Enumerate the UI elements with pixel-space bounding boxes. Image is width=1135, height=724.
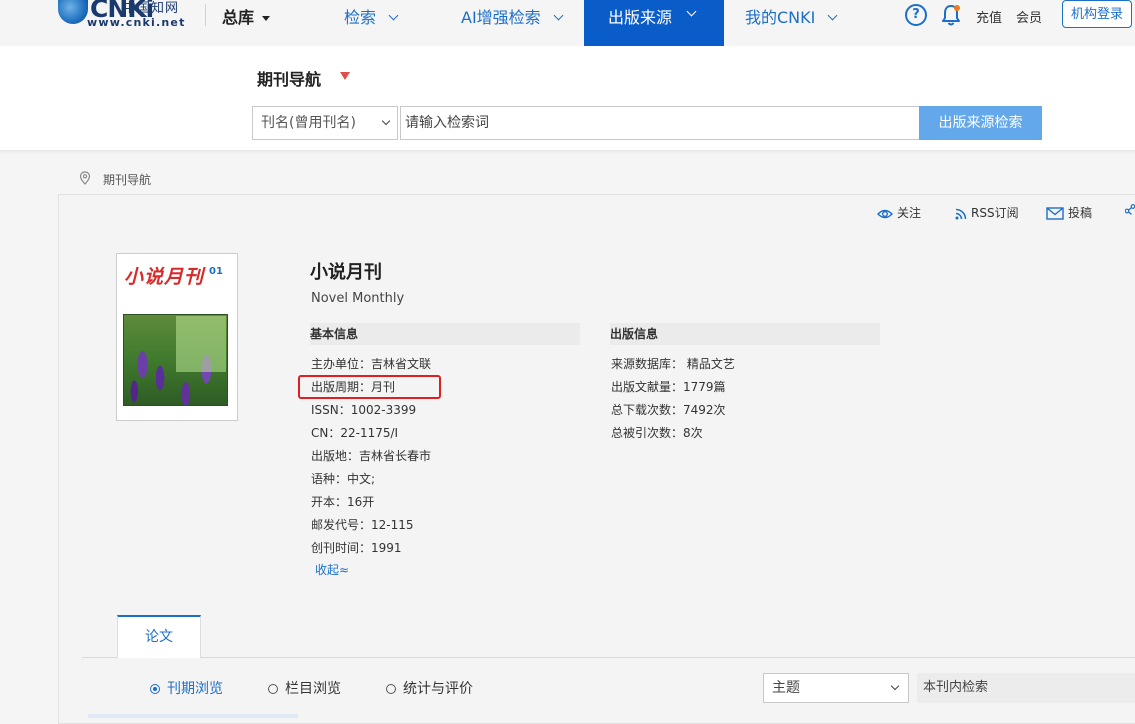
cover-title-text: 小说月刊 xyxy=(124,266,205,288)
library-label: 总库 xyxy=(222,8,255,27)
basic-info-header: 基本信息 xyxy=(310,323,580,345)
info-language: 语种：中文; xyxy=(311,472,376,486)
nav-ai-search-label: AI增强检索 xyxy=(461,8,541,27)
info-publish-place: 出版地：吉林省长春市 xyxy=(311,449,432,463)
info-article-count: 出版文献量：1779篇 xyxy=(611,380,726,394)
radio-unchecked-icon xyxy=(386,684,396,694)
info-source-database: 来源数据库： 精品文艺 xyxy=(611,357,735,371)
help-icon[interactable]: ? xyxy=(905,4,927,26)
nav-search[interactable]: 检索 xyxy=(344,4,399,28)
notification-dot xyxy=(954,5,960,11)
follow-button[interactable]: 关注 xyxy=(877,204,921,221)
chevron-down-icon xyxy=(686,6,697,17)
submit-label: 投稿 xyxy=(1068,206,1093,220)
nav-publication-source[interactable]: 出版来源 xyxy=(584,0,724,46)
follow-label: 关注 xyxy=(897,206,922,220)
info-cn: CN：22-1175/I xyxy=(311,426,399,440)
search-field-value: 刊名(曾用刊名) xyxy=(261,115,356,131)
info-founded: 创刊时间：1991 xyxy=(311,541,402,555)
radio-column-browse-label: 栏目浏览 xyxy=(285,681,341,697)
location-pin-icon xyxy=(79,171,91,185)
logo-divider xyxy=(205,4,206,26)
info-postal-code: 邮发代号：12-115 xyxy=(311,518,414,532)
tab-divider xyxy=(82,657,1135,658)
in-journal-search-input[interactable]: 本刊内检索 xyxy=(917,673,1135,703)
radio-statistics-label: 统计与评价 xyxy=(403,681,473,697)
publication-source-search-button[interactable]: 出版来源检索 xyxy=(919,106,1042,140)
mail-icon xyxy=(1046,207,1064,220)
nav-publication-source-label: 出版来源 xyxy=(608,8,673,27)
chevron-down-icon xyxy=(381,116,391,126)
nav-ai-search[interactable]: AI增强检索 xyxy=(461,4,564,28)
search-input[interactable]: 请输入检索词 xyxy=(400,106,920,140)
info-issn: ISSN：1002-3399 xyxy=(311,403,417,417)
recharge-link[interactable]: 充值 xyxy=(976,7,1002,26)
radio-unchecked-icon xyxy=(268,684,278,694)
panel-shadow xyxy=(0,150,1135,154)
journal-title: 小说月刊 xyxy=(310,262,382,283)
nav-my-cnki-label: 我的CNKI xyxy=(745,8,816,27)
journal-english-title: Novel Monthly xyxy=(311,291,405,306)
issue-list-top-strip xyxy=(88,714,298,718)
chevron-down-icon xyxy=(827,10,838,21)
caret-down-icon xyxy=(262,16,271,21)
submit-manuscript-button[interactable]: 投稿 xyxy=(1046,204,1092,221)
nav-search-label: 检索 xyxy=(344,8,377,27)
journal-navigation-title[interactable]: 期刊导航 xyxy=(257,66,321,90)
tab-papers[interactable]: 论文 xyxy=(117,615,201,658)
cover-issue-number: 01 xyxy=(209,266,223,277)
collapse-link[interactable]: 收起≈ xyxy=(315,561,349,578)
eye-icon xyxy=(877,209,893,218)
info-format: 开本：16开 xyxy=(311,495,375,509)
radio-column-browse[interactable]: 栏目浏览 xyxy=(268,678,341,698)
highlight-annotation-box xyxy=(298,375,441,399)
chevron-down-icon xyxy=(388,10,399,21)
radio-issue-browse-label: 刊期浏览 xyxy=(167,681,223,697)
radio-checked-icon xyxy=(150,684,160,694)
chevron-down-icon xyxy=(890,681,900,691)
share-icon[interactable] xyxy=(1125,204,1135,218)
cover-contents-box xyxy=(176,316,226,372)
logo-chinese-name[interactable]: 中国知网 xyxy=(123,0,179,16)
nav-my-cnki[interactable]: 我的CNKI xyxy=(745,4,838,28)
rss-button[interactable]: RSS订阅 xyxy=(955,204,1019,221)
radio-statistics[interactable]: 统计与评价 xyxy=(386,678,473,698)
info-sponsor: 主办单位：吉林省文联 xyxy=(311,357,432,371)
info-citation-count: 总被引次数：8次 xyxy=(611,426,703,440)
search-field-select[interactable]: 刊名(曾用刊名) xyxy=(252,106,398,140)
info-download-count: 总下载次数：7492次 xyxy=(611,403,726,417)
publish-info-header: 出版信息 xyxy=(610,323,880,345)
chevron-down-icon xyxy=(553,10,564,21)
institution-login-button[interactable]: 机构登录 xyxy=(1062,0,1132,28)
breadcrumb[interactable]: 期刊导航 xyxy=(103,171,151,188)
library-dropdown[interactable]: 总库 xyxy=(222,4,271,28)
rss-label: RSS订阅 xyxy=(971,206,1019,220)
rss-icon xyxy=(955,208,967,219)
triangle-down-icon[interactable] xyxy=(340,72,350,80)
topic-select-value: 主题 xyxy=(772,680,800,696)
logo-url[interactable]: www.cnki.net xyxy=(87,16,186,29)
member-link[interactable]: 会员 xyxy=(1016,7,1042,26)
radio-issue-browse[interactable]: 刊期浏览 xyxy=(150,678,223,698)
topic-select[interactable]: 主题 xyxy=(763,673,909,703)
